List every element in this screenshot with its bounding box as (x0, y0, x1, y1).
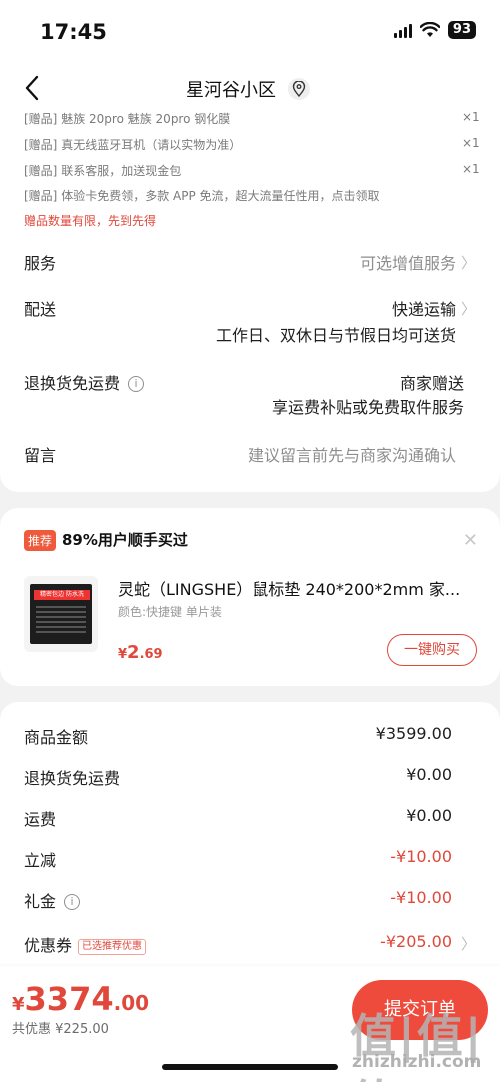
gift-item[interactable]: [赠品] 体验卡免费领，多款 APP 免流，超大流量任性用，点击领取 (24, 187, 380, 204)
status-bar: 17:45 93 (0, 0, 500, 62)
gift-item: [赠品] 真无线蓝牙耳机（请以实物为准） ×1 (24, 136, 480, 152)
message-row[interactable]: 留言 建议留言前先与商家沟通确认 (24, 442, 476, 466)
chevron-right-icon: 〉 (460, 254, 476, 272)
page-title: 星河谷小区 (186, 80, 276, 101)
service-row[interactable]: 服务 可选增值服务 〉 (24, 250, 476, 274)
product-image[interactable]: 精密包边 防水洗 (24, 576, 98, 652)
total-discount: 共优惠 ¥225.00 (12, 1022, 109, 1037)
close-icon[interactable]: ✕ (463, 530, 478, 551)
chevron-left-icon (25, 75, 39, 101)
status-time: 17:45 (40, 20, 107, 44)
gift-notice: 赠品数量有限，先到先得 (24, 214, 157, 228)
order-options-card: [赠品] 魅族 20pro 魅族 20pro 钢化膜 ×1 [赠品] 真无线蓝牙… (0, 110, 500, 492)
battery-icon: 93 (447, 21, 476, 39)
location-pin-icon (288, 78, 310, 100)
message-input[interactable]: 建议留言前先与商家沟通确认 (248, 442, 456, 466)
coupon-badge: 已选推荐优惠 (78, 939, 147, 955)
nav-bar: 星河谷小区 (0, 62, 500, 114)
info-icon[interactable]: i (64, 894, 81, 910)
home-indicator[interactable] (162, 1064, 338, 1070)
watermark-url: zhizhizhi.com (352, 1052, 482, 1072)
wifi-icon (419, 22, 440, 38)
return-shipping-row: 退换货免运费 i 商家赠送 享运费补贴或免费取件服务 (24, 374, 464, 417)
address-selector[interactable]: 星河谷小区 (186, 76, 310, 102)
chevron-right-icon: 〉 (460, 935, 476, 953)
product-attributes: 颜色:快捷键 单片装 (118, 605, 222, 619)
gift-item[interactable]: [赠品] 联系客服，加送现金包 ×1 (24, 162, 480, 179)
total-price: ¥3374.00 (12, 980, 150, 1018)
status-icons: 93 (393, 21, 476, 39)
chevron-right-icon: 〉 (460, 300, 476, 318)
info-icon[interactable]: i (128, 376, 145, 392)
gift-item: [赠品] 魅族 20pro 魅族 20pro 钢化膜 ×1 (24, 110, 480, 126)
recommend-badge: 推荐 (24, 530, 57, 551)
recommend-text: 89%用户顺手买过 (62, 531, 188, 549)
back-button[interactable] (20, 74, 46, 102)
one-click-buy-button[interactable]: 一键购买 (387, 634, 477, 666)
product-title[interactable]: 灵蛇（LINGSHE）鼠标垫 240*200*2mm 家... (118, 576, 468, 600)
product-price: ¥2.69 (118, 642, 163, 663)
delivery-row[interactable]: 配送 快递运输 〉 工作日、双休日与节假日均可送货 (24, 296, 476, 345)
price-summary-card: 商品金额 ¥3599.00 退换货免运费 ¥0.00 运费 ¥0.00 立减 -… (0, 702, 500, 1002)
cellular-signal-icon (393, 22, 412, 38)
